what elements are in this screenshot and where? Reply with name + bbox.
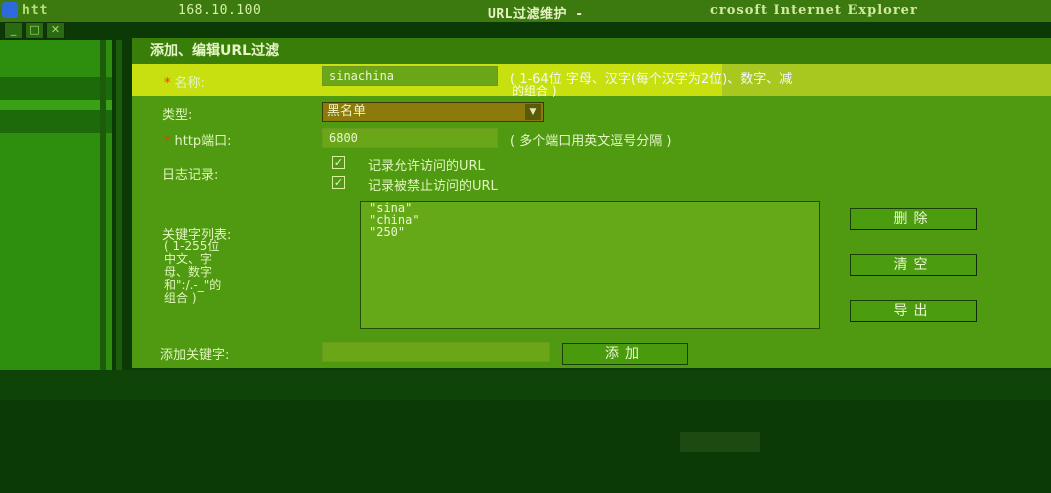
window-title-app: crosoft Internet Explorer xyxy=(710,3,918,18)
add-keyword-label: 添加关键字: xyxy=(160,348,230,363)
frame-divider xyxy=(116,40,122,370)
status-area-band xyxy=(0,370,1051,400)
window-controls: _ □ ✕ xyxy=(4,22,65,39)
port-label-text: http端口: xyxy=(174,134,232,149)
export-button[interactable]: 导出 xyxy=(850,300,977,322)
status-area xyxy=(0,370,1051,493)
chevron-down-icon[interactable]: ▼ xyxy=(525,104,541,120)
name-input[interactable]: sinachina xyxy=(322,66,498,86)
frame-divider xyxy=(100,40,106,370)
port-input[interactable]: 6800 xyxy=(322,128,498,148)
dialog-header: 添加、编辑URL过滤 xyxy=(132,38,1051,64)
name-label: * 名称: xyxy=(164,72,205,91)
log-blocked-label: 记录被禁止访问的URL xyxy=(368,179,498,194)
type-label: 类型: xyxy=(162,108,193,123)
url-filter-dialog: 添加、编辑URL过滤 * 名称: sinachina ( 1-64位 字母、汉字(… xyxy=(132,38,1051,368)
list-item[interactable]: "sina" xyxy=(369,202,811,214)
log-blocked-checkbox[interactable]: ✓ xyxy=(332,176,345,189)
log-label: 日志记录: xyxy=(162,168,219,183)
keyword-hint-line: 组合 ) xyxy=(164,291,197,305)
list-item[interactable]: "250" xyxy=(369,226,811,238)
name-hint-2: 的组合 ) xyxy=(512,84,557,98)
required-marker: * xyxy=(164,134,171,149)
add-keyword-input[interactable] xyxy=(322,342,550,362)
port-hint: ( 多个端口用英文逗号分隔 ) xyxy=(510,134,672,149)
port-label: * http端口: xyxy=(164,130,232,149)
log-allowed-label: 记录允许访问的URL xyxy=(368,159,485,174)
type-select[interactable]: 黑名单 ▼ xyxy=(322,102,544,122)
window-title-ip: 168.10.100 xyxy=(178,3,262,18)
window-title-page: URL过滤维护 - xyxy=(488,7,584,22)
window-title-bar: htt 168.10.100 URL过滤维护 - crosoft Interne… xyxy=(0,0,1051,22)
type-select-value: 黑名单 xyxy=(327,104,367,119)
delete-button[interactable]: 删除 xyxy=(850,208,977,230)
required-marker: * xyxy=(164,76,171,91)
ie-icon xyxy=(2,2,18,18)
name-label-text: 名称: xyxy=(174,76,205,91)
keyword-hint: ( 1-255位 中文、字 母、数字 和":/.-_"的 组合 ) xyxy=(164,240,221,305)
left-frame xyxy=(0,40,112,380)
log-allowed-checkbox[interactable]: ✓ xyxy=(332,156,345,169)
close-button[interactable]: ✕ xyxy=(46,22,65,39)
keyword-list[interactable]: "sina" "china" "250" xyxy=(360,201,820,329)
clear-button[interactable]: 清空 xyxy=(850,254,977,276)
add-keyword-button[interactable]: 添加 xyxy=(562,343,688,365)
left-frame-band-highlight xyxy=(0,100,112,110)
maximize-button[interactable]: □ xyxy=(25,22,44,39)
window-title-prefix: htt xyxy=(22,3,49,18)
minimize-button[interactable]: _ xyxy=(4,22,23,39)
status-area-artifact xyxy=(680,432,760,452)
list-item[interactable]: "china" xyxy=(369,214,811,226)
